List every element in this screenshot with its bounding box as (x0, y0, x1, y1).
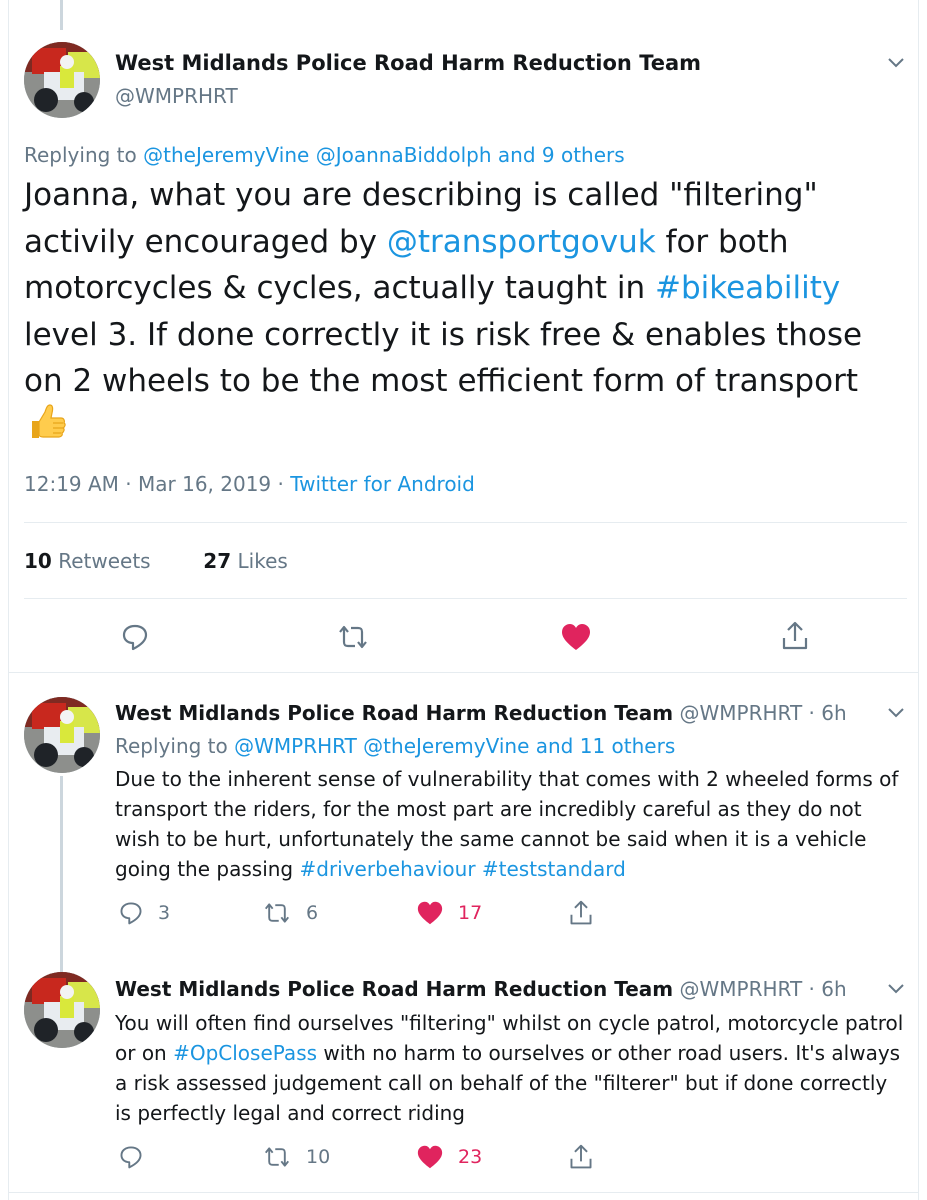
chevron-down-icon[interactable] (886, 982, 906, 996)
divider (8, 672, 919, 673)
share-button[interactable] (780, 620, 810, 652)
chevron-down-icon[interactable] (886, 56, 906, 70)
reply-button[interactable] (120, 622, 150, 652)
hashtag-link[interactable]: #teststandard (482, 857, 626, 881)
reply-author[interactable]: West Midlands Police Road Harm Reduction… (115, 977, 847, 1001)
others-link[interactable]: and 9 others (498, 143, 625, 167)
reply-count: 3 (158, 902, 171, 924)
engagement-stats: 10 Retweets 27 Likes (24, 549, 288, 573)
avatar[interactable] (24, 42, 100, 118)
retweet-count: 10 (306, 1146, 331, 1168)
retweet-button[interactable]: 6 (262, 900, 318, 926)
retweet-icon (264, 1147, 290, 1167)
mention-link[interactable]: @theJeremyVine (363, 734, 529, 758)
hashtag-link[interactable]: #driverbehaviour (299, 857, 475, 881)
hashtag-link[interactable]: #OpClosePass (173, 1041, 317, 1065)
avatar-police-motorcycle-image (24, 697, 100, 773)
heart-icon (562, 624, 590, 650)
share-icon (570, 900, 592, 925)
avatar[interactable] (24, 972, 100, 1048)
share-button[interactable] (568, 1143, 594, 1171)
reply-author[interactable]: West Midlands Police Road Harm Reduction… (115, 701, 847, 725)
replying-to: Replying to @WMPRHRT @theJeremyVine and … (115, 734, 676, 758)
retweet-icon (264, 903, 290, 923)
like-count: 17 (458, 902, 483, 924)
avatar-police-motorcycle-image (24, 972, 100, 1048)
share-button[interactable] (568, 899, 594, 927)
retweet-icon (339, 625, 367, 649)
reply-text: Due to the inherent sense of vulnerabili… (115, 767, 899, 881)
reply-icon (120, 1146, 142, 1169)
tweet-meta: 12:19 AM · Mar 16, 2019 · Twitter for An… (24, 472, 475, 496)
like-button[interactable]: 23 (416, 1144, 482, 1170)
like-button[interactable] (560, 622, 592, 652)
likes-stat[interactable]: 27 Likes (203, 549, 288, 573)
retweet-button[interactable] (336, 622, 370, 652)
author-handle[interactable]: @WMPRHRT (115, 84, 238, 108)
like-button[interactable]: 17 (416, 900, 482, 926)
tweet-text: Joanna, what you are describing is calle… (24, 177, 863, 399)
share-icon (782, 621, 808, 650)
timestamp[interactable]: 12:19 AM · Mar 16, 2019 · (24, 472, 290, 496)
divider (24, 598, 907, 599)
source-link[interactable]: Twitter for Android (290, 472, 475, 496)
retweets-stat[interactable]: 10 Retweets (24, 549, 151, 573)
chevron-down-icon[interactable] (886, 706, 906, 720)
share-icon (570, 1144, 592, 1169)
reply-button[interactable]: 3 (118, 900, 170, 926)
avatar-police-motorcycle-image (24, 42, 100, 118)
mention-link[interactable]: @theJeremyVine (143, 143, 309, 167)
heart-icon (417, 901, 443, 925)
divider (8, 1192, 919, 1193)
others-link[interactable]: and 11 others (536, 734, 676, 758)
avatar[interactable] (24, 697, 100, 773)
mention-link[interactable]: @WMPRHRT (234, 734, 357, 758)
mention-link[interactable]: @transportgovuk (387, 224, 656, 260)
reply-icon (120, 902, 142, 925)
thread-connector-line (60, 0, 63, 30)
reply-text: You will often find ourselves "filtering… (115, 1011, 904, 1125)
divider (24, 522, 907, 523)
timeline-left-border (8, 0, 9, 1200)
reply-button[interactable] (118, 1144, 158, 1170)
hashtag-link[interactable]: #bikeability (655, 270, 840, 306)
retweet-button[interactable]: 10 (262, 1144, 330, 1170)
thumbs-up-emoji-icon (26, 401, 68, 443)
thread-connector-line (60, 776, 63, 972)
replying-to: Replying to @theJeremyVine @JoannaBiddol… (24, 143, 625, 167)
reply-icon (122, 624, 148, 651)
author-name[interactable]: West Midlands Police Road Harm Reduction… (115, 51, 701, 75)
timeline-right-border (918, 0, 919, 1200)
like-count: 23 (458, 1146, 483, 1168)
mention-link[interactable]: @JoannaBiddolph (316, 143, 492, 167)
heart-icon (417, 1145, 443, 1169)
retweet-count: 6 (306, 902, 319, 924)
